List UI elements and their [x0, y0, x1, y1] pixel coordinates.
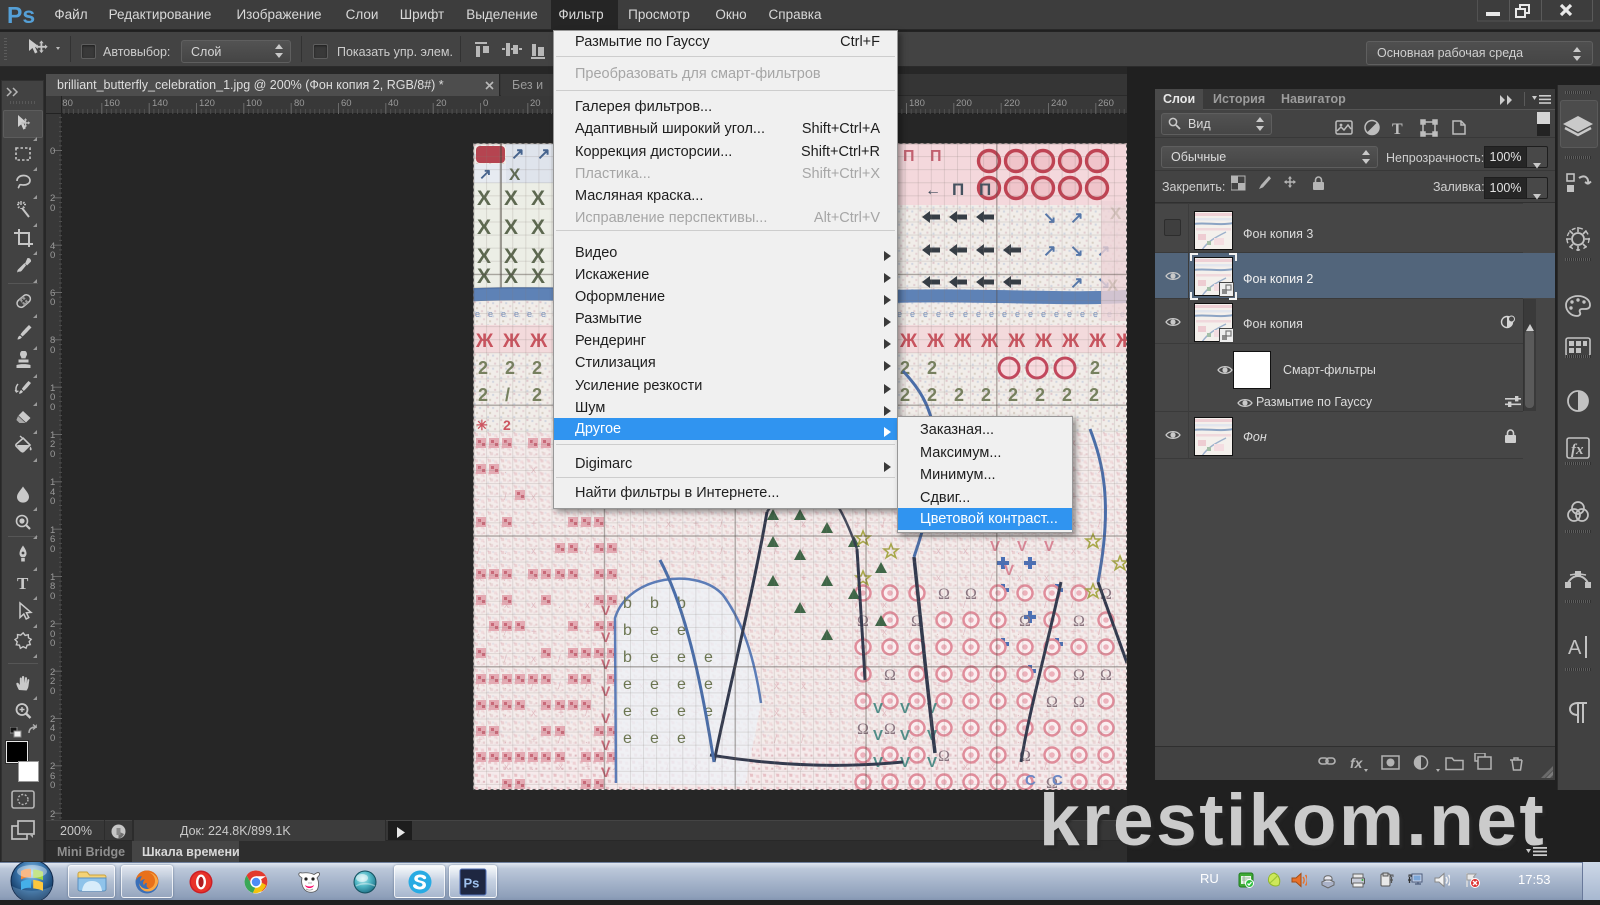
svg-text:fx: fx: [1571, 442, 1584, 458]
svg-text:0: 0: [50, 146, 55, 157]
svg-text:260: 260: [1098, 98, 1114, 109]
svg-text:0: 0: [483, 98, 488, 109]
svg-text:0: 0: [50, 686, 55, 697]
svg-text:0: 0: [50, 544, 55, 555]
svg-text:220: 220: [1004, 98, 1020, 109]
svg-text:20: 20: [436, 98, 447, 109]
svg-text:0: 0: [50, 496, 55, 507]
svg-text:0: 0: [50, 733, 55, 744]
svg-text:80: 80: [294, 98, 305, 109]
svg-text:0: 0: [50, 250, 55, 261]
svg-text:0: 0: [50, 638, 55, 649]
svg-text:180: 180: [909, 98, 925, 109]
svg-text:0: 0: [50, 780, 55, 791]
svg-text:0: 0: [50, 449, 55, 460]
svg-text:40: 40: [388, 98, 399, 109]
svg-text:fx: fx: [1350, 755, 1364, 771]
svg-text:200: 200: [956, 98, 972, 109]
svg-text:140: 140: [152, 98, 168, 109]
svg-text:A: A: [1568, 637, 1582, 659]
svg-text:0: 0: [50, 591, 55, 602]
svg-text:240: 240: [1051, 98, 1067, 109]
svg-text:0: 0: [50, 297, 55, 308]
svg-text:Ps: Ps: [464, 876, 480, 891]
svg-text:0: 0: [50, 203, 55, 214]
svg-text:120: 120: [199, 98, 215, 109]
svg-text:100: 100: [246, 98, 262, 109]
svg-text:0: 0: [50, 402, 55, 413]
svg-text:20: 20: [530, 98, 541, 109]
svg-text:0: 0: [50, 345, 55, 356]
svg-text:60: 60: [341, 98, 352, 109]
svg-text:T: T: [17, 574, 29, 593]
svg-text:160: 160: [104, 98, 120, 109]
svg-text:T: T: [1392, 121, 1403, 137]
